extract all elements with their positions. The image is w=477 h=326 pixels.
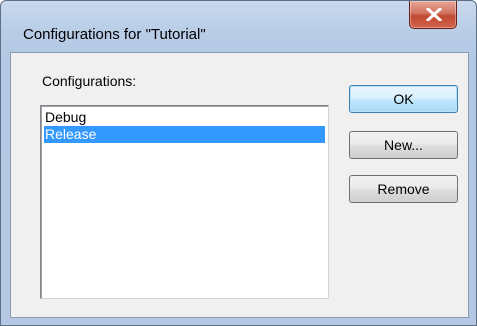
configurations-listbox[interactable]: Debug Release xyxy=(40,105,329,299)
list-item-debug[interactable]: Debug xyxy=(44,109,325,126)
configurations-label: Configurations: xyxy=(42,73,137,89)
title-bar[interactable]: Configurations for "Tutorial" xyxy=(1,1,476,51)
remove-button[interactable]: Remove xyxy=(349,175,458,203)
close-button[interactable] xyxy=(409,1,457,29)
new-button[interactable]: New... xyxy=(349,131,458,159)
window-title: Configurations for "Tutorial" xyxy=(23,26,206,43)
dialog-client-area: Configurations: Debug Release OK New... … xyxy=(10,52,469,318)
ok-button[interactable]: OK xyxy=(349,85,458,113)
dialog-window: Configurations for "Tutorial" Configurat… xyxy=(0,0,477,326)
list-item-release[interactable]: Release xyxy=(44,126,325,143)
close-x-icon xyxy=(426,8,442,21)
